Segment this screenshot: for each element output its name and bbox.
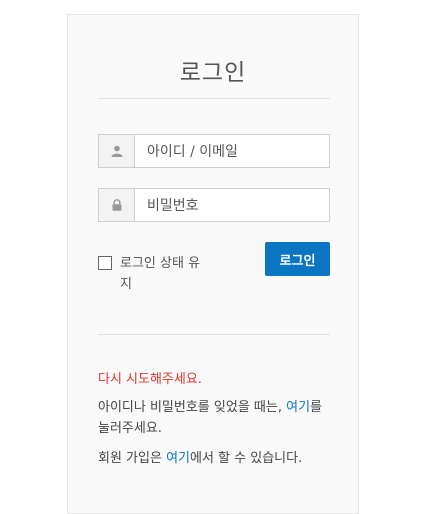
login-button[interactable]: 로그인	[265, 242, 330, 276]
remember-checkbox[interactable]	[98, 256, 112, 270]
divider	[98, 98, 330, 99]
divider	[98, 334, 330, 335]
forgot-text: 아이디나 비밀번호를 잊었을 때는,	[98, 400, 287, 415]
signup-message: 회원 가입은 여기에서 할 수 있습니다.	[98, 448, 334, 469]
page-title: 로그인	[179, 60, 247, 86]
lock-icon	[99, 189, 135, 221]
password-field[interactable]: 비밀번호	[98, 188, 330, 222]
forgot-link[interactable]: 여기	[286, 400, 310, 415]
login-card: 로그인 아이디 / 이메일 비밀번호 로그인 상태 유지 로그인 다시 시도해주…	[67, 14, 359, 514]
signup-link[interactable]: 여기	[166, 451, 190, 466]
username-input[interactable]: 아이디 / 이메일	[135, 135, 329, 167]
remember-label: 로그인 상태 유지	[120, 256, 201, 292]
signup-text-end: 에서 할 수 있습니다.	[190, 451, 303, 466]
username-field[interactable]: 아이디 / 이메일	[98, 134, 330, 168]
forgot-message: 아이디나 비밀번호를 잊었을 때는, 여기를 눌러주세요.	[98, 397, 334, 439]
error-message: 다시 시도해주세요.	[98, 372, 202, 387]
signup-text: 회원 가입은	[98, 451, 167, 466]
password-input[interactable]: 비밀번호	[135, 189, 329, 221]
user-icon	[99, 135, 135, 167]
remember-me: 로그인 상태 유지	[98, 253, 208, 295]
